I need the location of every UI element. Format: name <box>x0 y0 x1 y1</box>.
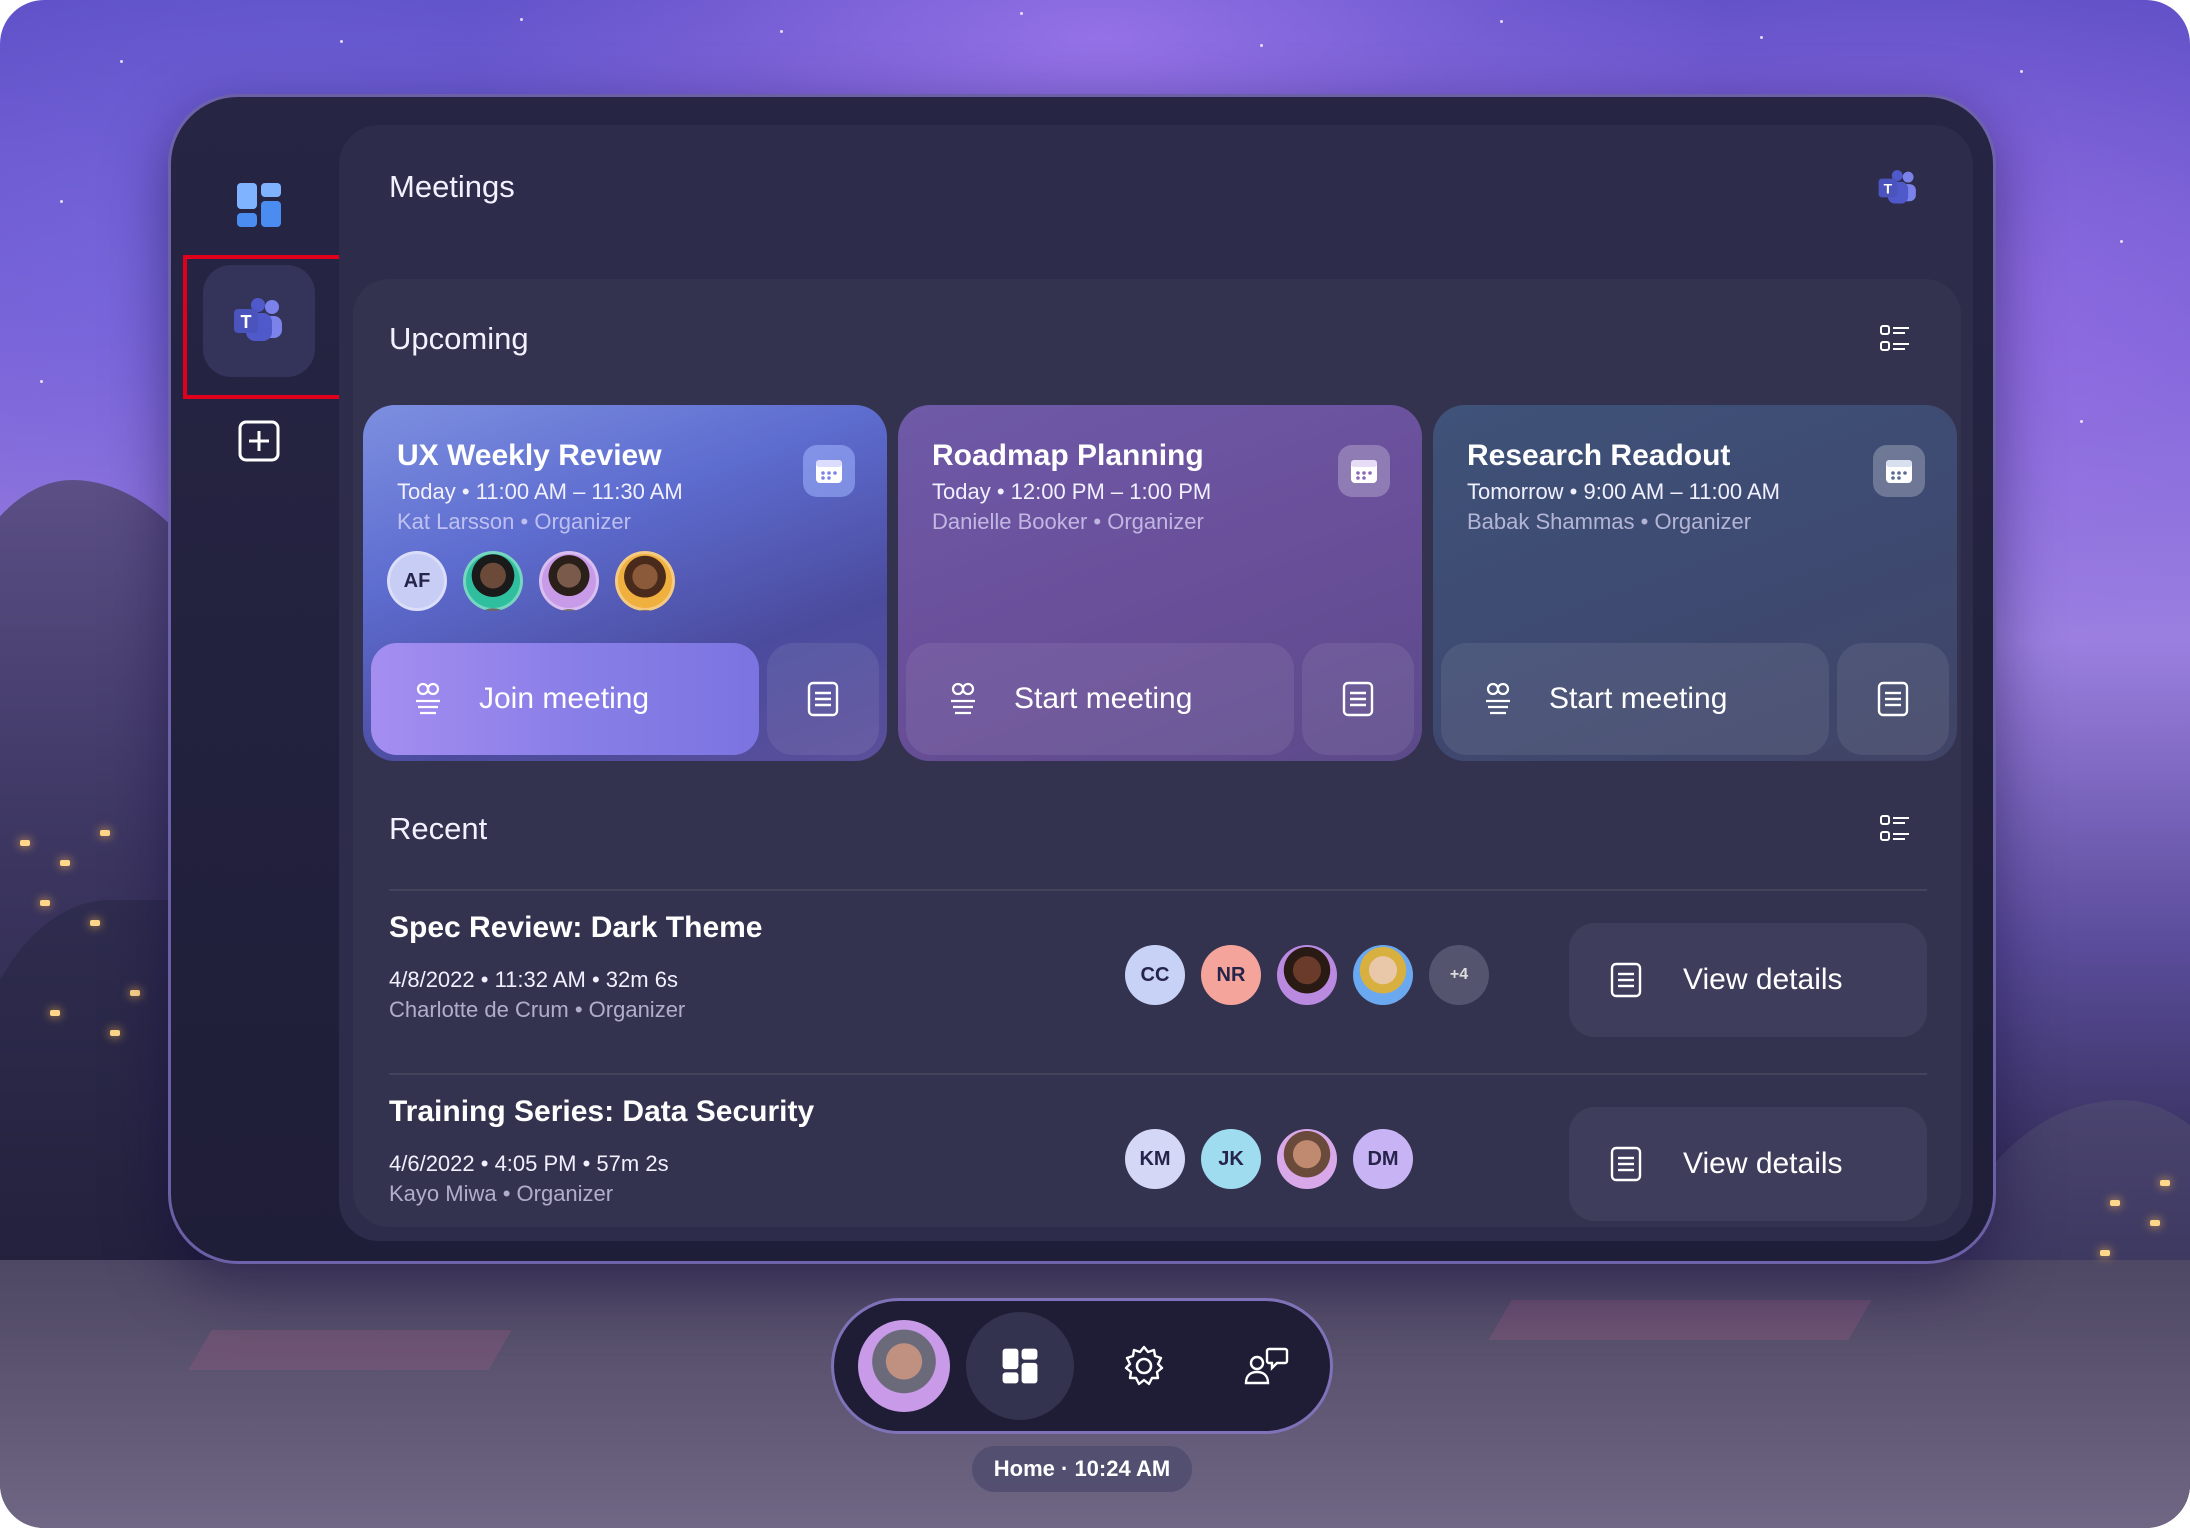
meeting-meta: 4/8/2022 • 11:32 AM • 32m 6s <box>389 967 678 992</box>
calendar-button[interactable] <box>803 445 855 497</box>
content-area: Upcoming UX Weekly Review Today • 11:00 … <box>353 279 1961 1227</box>
meeting-meta: 4/6/2022 • 4:05 PM • 57m 2s <box>389 1151 669 1176</box>
avatar-meeting-icon <box>1486 682 1510 715</box>
rail-add-button[interactable] <box>203 385 315 497</box>
join-meeting-button[interactable]: Join meeting <box>371 643 759 755</box>
list-view-icon <box>1880 325 1909 351</box>
join-meeting-label: Join meeting <box>479 682 650 715</box>
avatar-photo <box>463 551 523 611</box>
calendar-button[interactable] <box>1873 445 1925 497</box>
calendar-icon <box>1886 460 1912 483</box>
notes-icon <box>807 681 839 717</box>
dock-settings-button[interactable] <box>1090 1312 1198 1420</box>
recent-heading: Recent <box>389 811 488 846</box>
meeting-notes-button[interactable] <box>1302 643 1414 755</box>
teams-icon: T <box>1878 170 1916 204</box>
meeting-title: Spec Review: Dark Theme <box>389 911 763 944</box>
view-details-button[interactable]: View details <box>1569 923 1927 1037</box>
gear-icon <box>1124 1345 1164 1386</box>
calendar-button[interactable] <box>1338 445 1390 497</box>
meeting-notes-button[interactable] <box>767 643 879 755</box>
dock-dashboard-button[interactable] <box>966 1312 1074 1420</box>
start-meeting-button[interactable]: Start meeting <box>906 643 1294 755</box>
calendar-icon <box>1351 460 1377 483</box>
rail-dashboard-button[interactable] <box>203 149 315 261</box>
recent-meeting-row[interactable]: Training Series: Data Security 4/6/2022 … <box>353 1075 1961 1257</box>
selection-highlight <box>183 255 347 399</box>
meeting-card-ux-weekly-review[interactable]: UX Weekly Review Today • 11:00 AM – 11:3… <box>363 405 887 761</box>
meeting-notes-button[interactable] <box>1837 643 1949 755</box>
dashboard-icon <box>237 183 281 227</box>
avatar-photo <box>1277 945 1337 1005</box>
meeting-time: Today • 12:00 PM – 1:00 PM <box>932 479 1212 504</box>
notes-icon <box>1610 962 1642 998</box>
avatar-photo <box>1277 1129 1337 1189</box>
upcoming-list-view-button[interactable] <box>1879 323 1911 358</box>
meeting-organizer: Kat Larsson • Organizer <box>397 509 631 534</box>
meetings-window: T Meetings T Upcoming UX Weekly Review T… <box>168 94 1996 1264</box>
avatar-photo <box>615 551 675 611</box>
recent-list-view-button[interactable] <box>1879 813 1911 848</box>
add-app-icon <box>238 420 280 462</box>
meeting-title: UX Weekly Review <box>397 439 662 472</box>
upcoming-heading: Upcoming <box>389 321 529 356</box>
start-meeting-button[interactable]: Start meeting <box>1441 643 1829 755</box>
more-attendees-badge: +4 <box>1429 945 1489 1005</box>
meeting-organizer: Kayo Miwa • Organizer <box>389 1181 614 1206</box>
avatar <box>858 1320 950 1412</box>
page-title: Meetings <box>389 169 515 204</box>
meeting-organizer: Danielle Booker • Organizer <box>932 509 1204 534</box>
recent-meeting-row[interactable]: Spec Review: Dark Theme 4/8/2022 • 11:32… <box>353 891 1961 1073</box>
view-details-label: View details <box>1683 1147 1843 1180</box>
avatar: DM <box>1353 1129 1413 1189</box>
dashboard-icon <box>1002 1348 1038 1384</box>
notes-icon <box>1342 681 1374 717</box>
avatar: AF <box>387 551 447 611</box>
avatar-meeting-icon <box>951 682 975 715</box>
meeting-title: Research Readout <box>1467 439 1731 472</box>
meeting-title: Roadmap Planning <box>932 439 1204 472</box>
meeting-organizer: Babak Shammas • Organizer <box>1467 509 1752 534</box>
meeting-organizer: Charlotte de Crum • Organizer <box>389 997 686 1022</box>
status-pill: Home · 10:24 AM <box>972 1446 1192 1492</box>
avatar: CC <box>1125 945 1185 1005</box>
avatar: NR <box>1201 945 1261 1005</box>
list-view-icon <box>1880 815 1909 841</box>
view-details-button[interactable]: View details <box>1569 1107 1927 1221</box>
view-details-label: View details <box>1683 963 1843 996</box>
avatar: KM <box>1125 1129 1185 1189</box>
people-chat-icon <box>1244 1347 1289 1385</box>
meeting-card-research-readout[interactable]: Research Readout Tomorrow • 9:00 AM – 11… <box>1433 405 1957 761</box>
notes-icon <box>1610 1146 1642 1182</box>
teams-logo: T <box>1877 169 1919 212</box>
dock-people-button[interactable] <box>1212 1312 1320 1420</box>
attendee-avatars: KM JK DM <box>1125 1129 1413 1189</box>
app-rail: T <box>171 97 347 1261</box>
meeting-time: Today • 11:00 AM – 11:30 AM <box>397 479 683 504</box>
start-meeting-label: Start meeting <box>1549 682 1728 715</box>
bottom-dock <box>831 1298 1333 1434</box>
ground-stripe <box>188 1330 512 1370</box>
meetings-panel: Meetings T Upcoming UX Weekly Review Tod… <box>339 125 1973 1241</box>
avatar-meeting-icon <box>416 682 440 715</box>
attendee-avatars: CC NR +4 <box>1125 945 1489 1005</box>
meeting-title: Training Series: Data Security <box>389 1095 815 1128</box>
svg-text:T: T <box>1884 180 1893 196</box>
avatar: JK <box>1201 1129 1261 1189</box>
ground-stripe <box>1488 1300 1872 1340</box>
profile-avatar-button[interactable] <box>850 1312 958 1420</box>
attendee-avatars: AF <box>387 551 675 611</box>
notes-icon <box>1877 681 1909 717</box>
calendar-icon <box>816 460 842 483</box>
meeting-time: Tomorrow • 9:00 AM – 11:00 AM <box>1467 479 1780 504</box>
avatar-photo <box>1353 945 1413 1005</box>
meeting-card-roadmap-planning[interactable]: Roadmap Planning Today • 12:00 PM – 1:00… <box>898 405 1422 761</box>
avatar-photo <box>539 551 599 611</box>
start-meeting-label: Start meeting <box>1014 682 1193 715</box>
